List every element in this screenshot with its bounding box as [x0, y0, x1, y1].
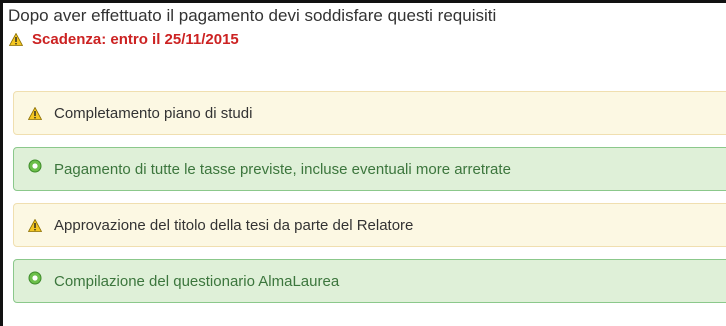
deadline-text: Scadenza: entro il 25/11/2015: [32, 30, 239, 48]
requirement-label: Completamento piano di studi: [54, 104, 253, 122]
requirements-panel: Dopo aver effettuato il pagamento devi s…: [6, 5, 726, 49]
warning-icon: [8, 31, 24, 47]
requirement-item: Compilazione del questionario AlmaLaurea: [13, 259, 726, 303]
requirement-label: Pagamento di tutte le tasse previste, in…: [54, 160, 511, 178]
requirement-label: Compilazione del questionario AlmaLaurea: [54, 272, 340, 290]
requirement-label: Approvazione del titolo della tesi da pa…: [54, 216, 414, 234]
warning-icon: [26, 104, 44, 122]
requirement-item: Pagamento di tutte le tasse previste, in…: [13, 147, 726, 191]
requirement-item: Completamento piano di studi: [13, 91, 726, 135]
page-title: Dopo aver effettuato il pagamento devi s…: [8, 6, 497, 25]
requirement-item: Approvazione del titolo della tesi da pa…: [13, 203, 726, 247]
requirements-list: Completamento piano di studi Pagamento d…: [13, 91, 726, 315]
check-circle-icon: [26, 269, 44, 287]
window-frame: Dopo aver effettuato il pagamento devi s…: [0, 0, 726, 326]
warning-icon: [26, 216, 44, 234]
deadline-notice: Scadenza: entro il 25/11/2015: [6, 29, 726, 49]
check-circle-icon: [26, 157, 44, 175]
